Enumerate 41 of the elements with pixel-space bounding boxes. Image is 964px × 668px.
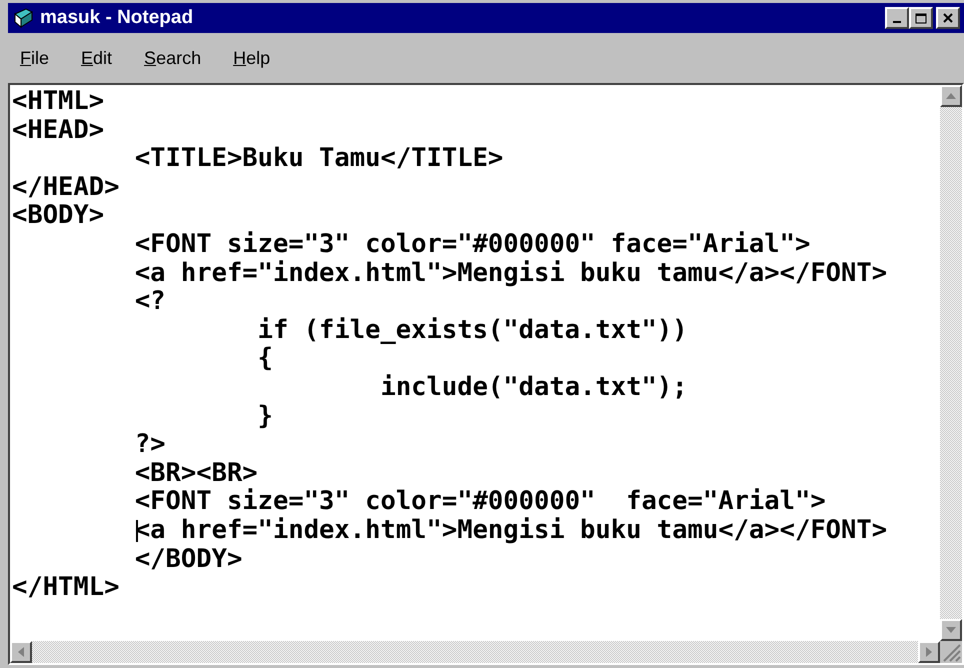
window-title: masuk - Notepad [40,7,194,29]
code-line: <BR><BR> [134,458,259,488]
maximize-icon [915,12,927,24]
code-line: </BODY> [134,544,244,574]
left-arrow-icon [18,647,24,657]
close-button[interactable] [936,7,960,29]
minimize-button[interactable] [885,7,909,29]
code-line: <a href="index.html">Mengisi buku tamu</a></FONT> [134,258,888,288]
code-line: <BODY> [11,201,106,230]
close-icon [943,13,953,23]
code-line: <HTML> [11,87,106,116]
size-grip-icon[interactable] [940,641,962,663]
code-line: include("data.txt"); [379,372,689,402]
scroll-right-button[interactable] [918,641,940,663]
minimize-icon [893,21,901,23]
code-line: ?> [134,430,167,459]
right-arrow-icon [926,647,932,657]
code-line: <FONT size="3" color="#000000" face="Arial"> [134,230,812,259]
code-line: { [256,344,274,373]
menu-item[interactable]: Search [144,48,202,68]
down-arrow-icon [946,627,956,633]
code-line: <a href="index.html">Mengisi buku tamu</a></FONT> [134,516,888,544]
vertical-scrollbar[interactable] [940,85,962,641]
scroll-up-button[interactable] [940,85,962,107]
code-line: <TITLE>Buku Tamu</TITLE> [134,144,504,173]
up-arrow-icon [946,93,956,99]
code-line: <? [134,287,167,316]
horizontal-scrollbar[interactable] [10,641,940,663]
code-line: <HEAD> [11,116,106,144]
text-editor[interactable] [10,85,940,641]
scroll-down-button[interactable] [940,619,962,641]
code-line: </HEAD> [11,172,120,202]
code-line: if (file_exists("data.txt")) [256,316,689,344]
code-line: <FONT size="3" color="#000000" face="Arial"> [134,487,827,516]
maximize-button[interactable] [909,7,933,29]
menu-item[interactable]: File [20,48,50,68]
scroll-left-button[interactable] [10,641,32,663]
menu-item[interactable]: Help [233,48,270,68]
code-line: </HTML> [11,573,120,602]
code-line: } [256,402,274,430]
menu-item[interactable]: Edit [81,48,112,68]
